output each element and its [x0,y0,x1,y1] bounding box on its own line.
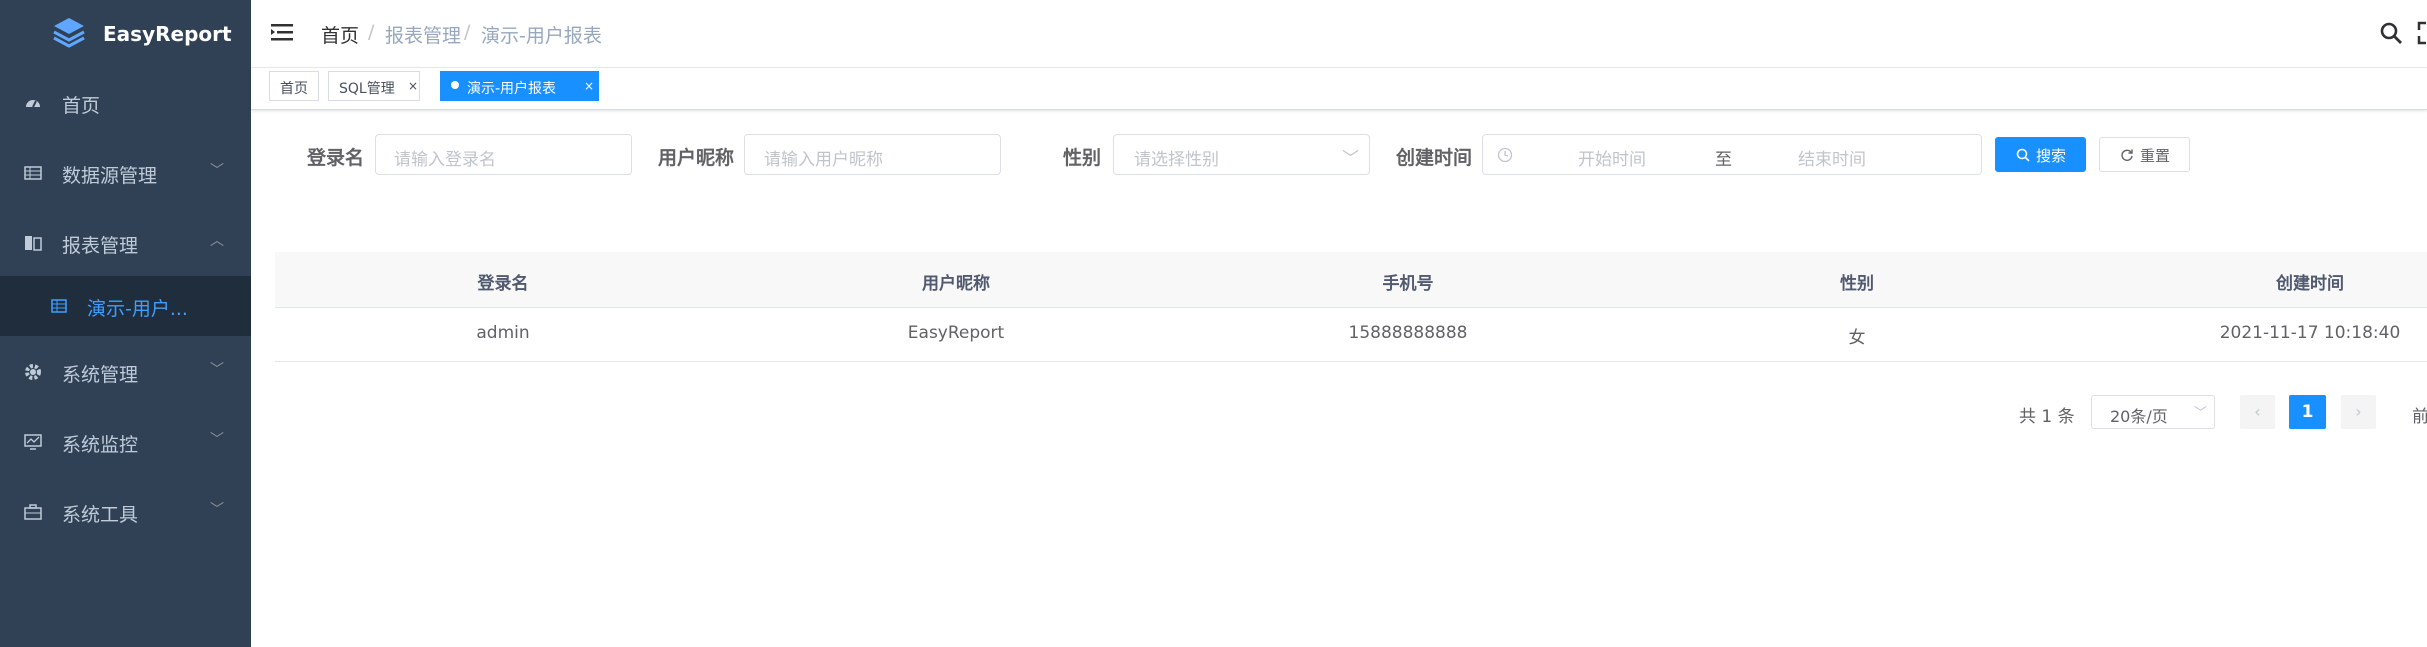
tag-user-report[interactable]: 演示-用户报表 × [440,71,599,101]
layers-logo-icon [53,18,85,48]
login-name-label: 登录名 [307,147,365,169]
chevron-up-icon: ︿ [210,233,224,249]
sidebar-item-label: 系统监控 [62,434,139,456]
breadcrumb-separator: / [464,21,471,43]
breadcrumb-separator: / [368,21,375,43]
chevron-down-icon: ﹀ [210,432,224,448]
gear-icon [25,364,41,380]
report-icon [25,236,42,251]
dashboard-icon [26,100,40,108]
gender-label: 性别 [1063,147,1102,169]
hamburger-icon[interactable] [271,22,293,42]
tag-label: SQL管理 [339,81,395,97]
sidebar-item-label: 首页 [62,95,101,117]
chevron-left-icon: ‹ [2254,402,2261,421]
pagination-jump-label: 前 [2412,407,2427,427]
cell-login-name: admin [476,323,530,343]
sidebar-item-home[interactable]: 首页 [0,68,251,138]
chevron-down-icon: ﹀ [2194,406,2208,421]
chevron-down-icon: ﹀ [1342,149,1359,169]
prev-page-button[interactable]: ‹ [2240,395,2275,429]
sidebar-item-label: 报表管理 [62,235,139,257]
breadcrumb-reports[interactable]: 报表管理 [385,21,461,48]
placeholder: 请选择性别 [1134,150,1219,170]
tags-view: 首页 SQL管理 × 演示-用户报表 × [251,68,2427,110]
navbar: 首页 / 报表管理 / 演示-用户报表 [251,0,2427,68]
tag-label: 演示-用户报表 [467,81,557,97]
monitor-icon [24,434,42,450]
sidebar-item-datasource[interactable]: 数据源管理 ﹀ [0,138,251,208]
login-name-input[interactable]: 请输入登录名 [375,134,632,175]
sidebar-item-label: 演示-用户... [87,298,188,320]
page-size-select[interactable]: 20条/页 ﹀ [2091,395,2215,429]
nickname-label: 用户昵称 [658,147,735,169]
sidebar: EasyReport 首页 数据源管理 ﹀ 报表管理 ︿ 演示-用户... 系统… [0,0,251,647]
reset-button[interactable]: 重置 [2099,137,2190,172]
button-label: 重置 [2140,147,2171,165]
tag-home[interactable]: 首页 [269,71,319,101]
clock-icon [1497,147,1513,163]
column-header-nickname: 用户昵称 [922,274,990,294]
table-icon [51,299,67,313]
cell-created-time: 2021-11-17 10:18:40 [2219,323,2401,343]
chevron-down-icon: ﹀ [210,362,224,378]
fullscreen-icon[interactable] [2417,21,2427,45]
gender-select[interactable]: 请选择性别 ﹀ [1113,134,1370,175]
cell-gender: 女 [1848,328,1866,348]
page-size-value: 20条/页 [2110,407,2168,426]
button-label: 搜索 [2036,147,2067,165]
active-dot-icon [451,81,459,89]
chevron-down-icon: ﹀ [210,163,224,179]
pagination-total: 共 1 条 [2019,407,2075,427]
placeholder: 请输入登录名 [394,150,496,170]
placeholder: 请输入用户昵称 [764,150,883,170]
close-icon[interactable]: × [408,79,418,93]
breadcrumb-home[interactable]: 首页 [321,21,359,48]
column-header-created-time: 创建时间 [2276,274,2344,294]
logo[interactable]: EasyReport [0,0,251,68]
sidebar-item-tools[interactable]: 系统工具 ﹀ [0,477,251,547]
refresh-icon [2121,149,2133,161]
tag-sql-management[interactable]: SQL管理 × [328,71,420,101]
breadcrumb-current: 演示-用户报表 [481,25,602,47]
range-separator: 至 [1715,150,1732,170]
column-header-gender: 性别 [1840,274,1874,294]
sidebar-item-label: 系统管理 [62,364,139,386]
sidebar-item-label: 数据源管理 [62,165,158,187]
chevron-down-icon: ﹀ [210,502,224,518]
created-time-label: 创建时间 [1396,147,1473,169]
toolbox-icon [24,504,42,520]
page-number-current[interactable]: 1 [2289,395,2326,429]
sidebar-item-reports[interactable]: 报表管理 ︿ [0,208,251,278]
end-time-placeholder[interactable]: 结束时间 [1798,145,1866,170]
date-range-picker[interactable]: 开始时间 至 结束时间 [1482,134,1982,175]
close-icon[interactable]: × [584,79,594,93]
cell-phone: 15888888888 [1348,323,1468,343]
sidebar-item-monitor[interactable]: 系统监控 ﹀ [0,407,251,477]
tag-label: 首页 [280,81,308,97]
sidebar-item-system[interactable]: 系统管理 ﹀ [0,337,251,407]
search-icon[interactable] [2379,21,2403,45]
logo-text: EasyReport [103,22,232,46]
search-button[interactable]: 搜索 [1995,137,2086,172]
next-page-button[interactable]: › [2341,395,2376,429]
search-icon [2016,148,2030,162]
cell-nickname: EasyReport [907,323,1005,343]
table-header: 登录名 用户昵称 手机号 性别 创建时间 [275,252,2427,308]
table-icon [24,166,42,180]
nickname-input[interactable]: 请输入用户昵称 [744,134,1001,175]
column-header-phone: 手机号 [1382,274,1434,294]
table-row[interactable]: admin EasyReport 15888888888 女 2021-11-1… [275,307,2427,362]
chevron-right-icon: › [2355,402,2362,421]
start-time-placeholder[interactable]: 开始时间 [1578,145,1646,170]
sidebar-subitem-user-report[interactable]: 演示-用户... [0,276,251,336]
sidebar-item-label: 系统工具 [62,504,139,526]
column-header-login-name: 登录名 [477,274,529,294]
